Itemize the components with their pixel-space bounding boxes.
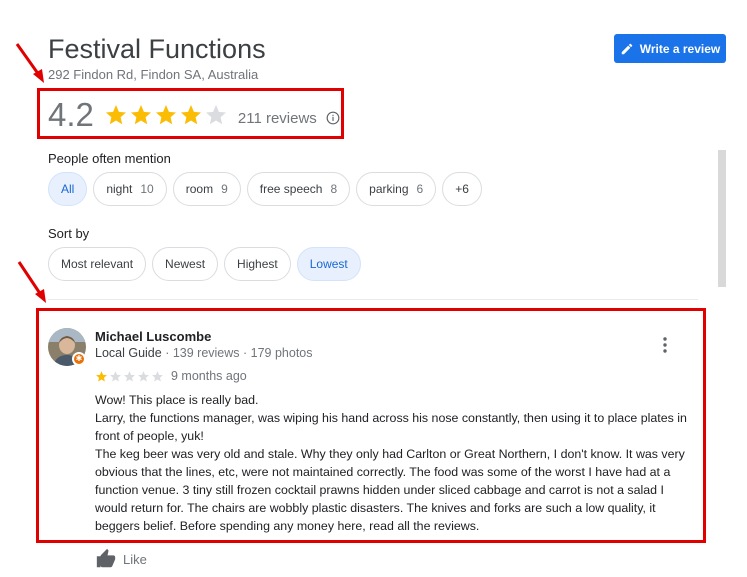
- review-line: Wow! This place is really bad.: [95, 393, 259, 407]
- mention-chip-count: 6: [416, 182, 424, 196]
- sort-chip[interactable]: Highest: [224, 247, 291, 281]
- mention-chip[interactable]: parking 6: [356, 172, 437, 206]
- sort-chip-label: Highest: [237, 257, 278, 271]
- scrollbar[interactable]: [718, 150, 726, 287]
- review-age: 9 months ago: [171, 369, 247, 383]
- mention-chip-label: parking: [369, 182, 409, 196]
- place-title: Festival Functions: [48, 34, 266, 64]
- review-line: The keg beer was very old and stale. Why…: [95, 447, 685, 533]
- info-icon[interactable]: [326, 111, 340, 125]
- sort-chip[interactable]: Lowest: [296, 247, 361, 281]
- sort-chip[interactable]: Most relevant: [48, 247, 147, 281]
- star-empty-icon: [205, 105, 226, 125]
- star-filled-icon: [180, 105, 201, 125]
- rating-value: 4.2: [48, 96, 94, 133]
- mentions-label: People often mention: [48, 151, 171, 166]
- like-label: Like: [123, 551, 147, 567]
- mention-chip-label: room: [185, 182, 214, 196]
- star-empty-icon: [152, 371, 163, 382]
- reviewer-photo-count: 179 photos: [250, 346, 313, 360]
- mention-chip-count: 10: [140, 182, 154, 196]
- mention-chip[interactable]: All: [48, 172, 88, 206]
- star-filled-icon: [155, 105, 176, 125]
- mention-chip-label: All: [61, 182, 75, 196]
- sort-chip-label: Lowest: [309, 257, 348, 271]
- local-guide-label: Local Guide: [95, 346, 162, 360]
- mention-chip-label: night: [106, 182, 133, 196]
- mention-chip-label: free speech: [259, 182, 323, 196]
- write-review-button[interactable]: Write a review: [614, 34, 726, 63]
- annotation-arrow-icon: [15, 43, 44, 83]
- review-line: Larry, the functions manager, was wiping…: [95, 411, 687, 443]
- place-address: 292 Findon Rd, Findon SA, Australia: [48, 67, 259, 82]
- rating-summary: 4.2 211 reviews: [48, 96, 340, 134]
- review-stars: [95, 370, 164, 383]
- mention-chip[interactable]: room 9: [172, 172, 241, 206]
- mention-chip[interactable]: night 10: [93, 172, 167, 206]
- divider: [48, 299, 698, 300]
- reviewer-name[interactable]: Michael Luscombe: [95, 329, 211, 344]
- thumbs-up-icon: [96, 548, 116, 568]
- star-empty-icon: [138, 371, 149, 382]
- star-empty-icon: [110, 371, 121, 382]
- annotation-arrow-icon: [17, 261, 46, 303]
- sort-chip[interactable]: Newest: [152, 247, 219, 281]
- write-review-label: Write a review: [639, 41, 721, 56]
- star-empty-icon: [124, 371, 135, 382]
- mention-chip[interactable]: free speech 8: [246, 172, 351, 206]
- reviewer-review-count: 139 reviews: [172, 346, 240, 360]
- sort-label: Sort by: [48, 226, 90, 241]
- sort-chip-label: Newest: [165, 257, 206, 271]
- like-button[interactable]: Like: [95, 548, 147, 570]
- mention-chip-count: 9: [221, 182, 228, 196]
- more-options-icon[interactable]: [658, 336, 672, 354]
- mention-chip-label: +6: [455, 182, 469, 196]
- pencil-icon: [621, 43, 633, 54]
- mention-chip-count: 8: [330, 182, 338, 196]
- mention-chips: All night 10 room 9 free speech 8 parking 6 +6: [48, 172, 482, 206]
- review-text: Wow! This place is really bad. Larry, th…: [95, 391, 695, 535]
- mention-chip[interactable]: +6: [442, 172, 482, 206]
- reviews-count[interactable]: 211 reviews: [238, 110, 317, 127]
- star-filled-icon: [96, 371, 107, 382]
- sort-chips: Most relevant Newest Highest Lowest: [48, 247, 361, 281]
- star-filled-icon: [130, 105, 151, 125]
- local-guide-badge-icon: ✱: [72, 352, 86, 366]
- star-filled-icon: [105, 105, 126, 125]
- sort-chip-label: Most relevant: [61, 257, 134, 271]
- reviewer-meta: Local Guide · 139 reviews · 179 photos: [95, 346, 313, 360]
- rating-stars: [104, 103, 228, 127]
